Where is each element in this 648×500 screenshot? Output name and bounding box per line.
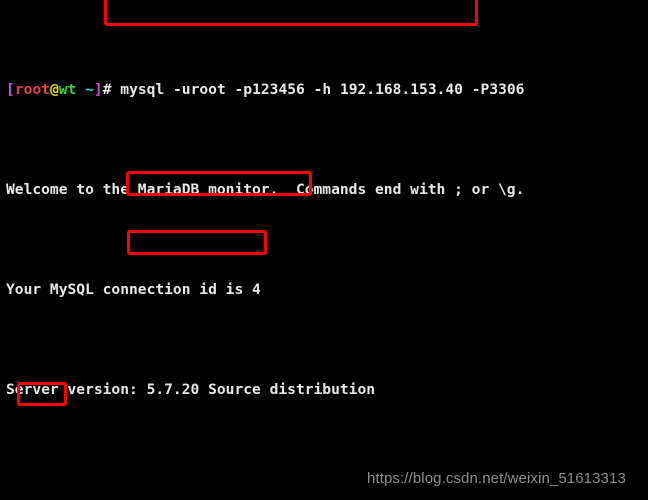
terminal-window[interactable]: [root@wt ~]# mysql -uroot -p123456 -h 19…	[0, 0, 648, 500]
prompt-hash: #	[102, 81, 112, 98]
connection-id-line: Your MySQL connection id is 4	[6, 281, 261, 298]
prompt-user: root	[14, 81, 50, 98]
prompt-at-symbol: @	[49, 81, 59, 98]
prompt-host: wt	[58, 81, 77, 98]
welcome-line: Welcome to the MariaDB monitor. Commands…	[6, 181, 525, 198]
server-version-line: Server version: 5.7.20 Source distributi…	[6, 381, 376, 398]
prompt-bracket-close: ]	[93, 81, 103, 98]
connect-command-text: mysql -uroot -p123456 -h 192.168.153.40 …	[120, 81, 525, 98]
prompt-path: ~	[76, 81, 94, 98]
shell-prompt-line: [root@wt ~]# mysql -uroot -p123456 -h 19…	[6, 77, 648, 102]
terminal-screen: [root@wt ~]# mysql -uroot -p123456 -h 19…	[6, 2, 648, 500]
prompt-bracket-open: [	[6, 81, 15, 98]
watermark-url: https://blog.csdn.net/weixin_51613313	[367, 470, 626, 487]
